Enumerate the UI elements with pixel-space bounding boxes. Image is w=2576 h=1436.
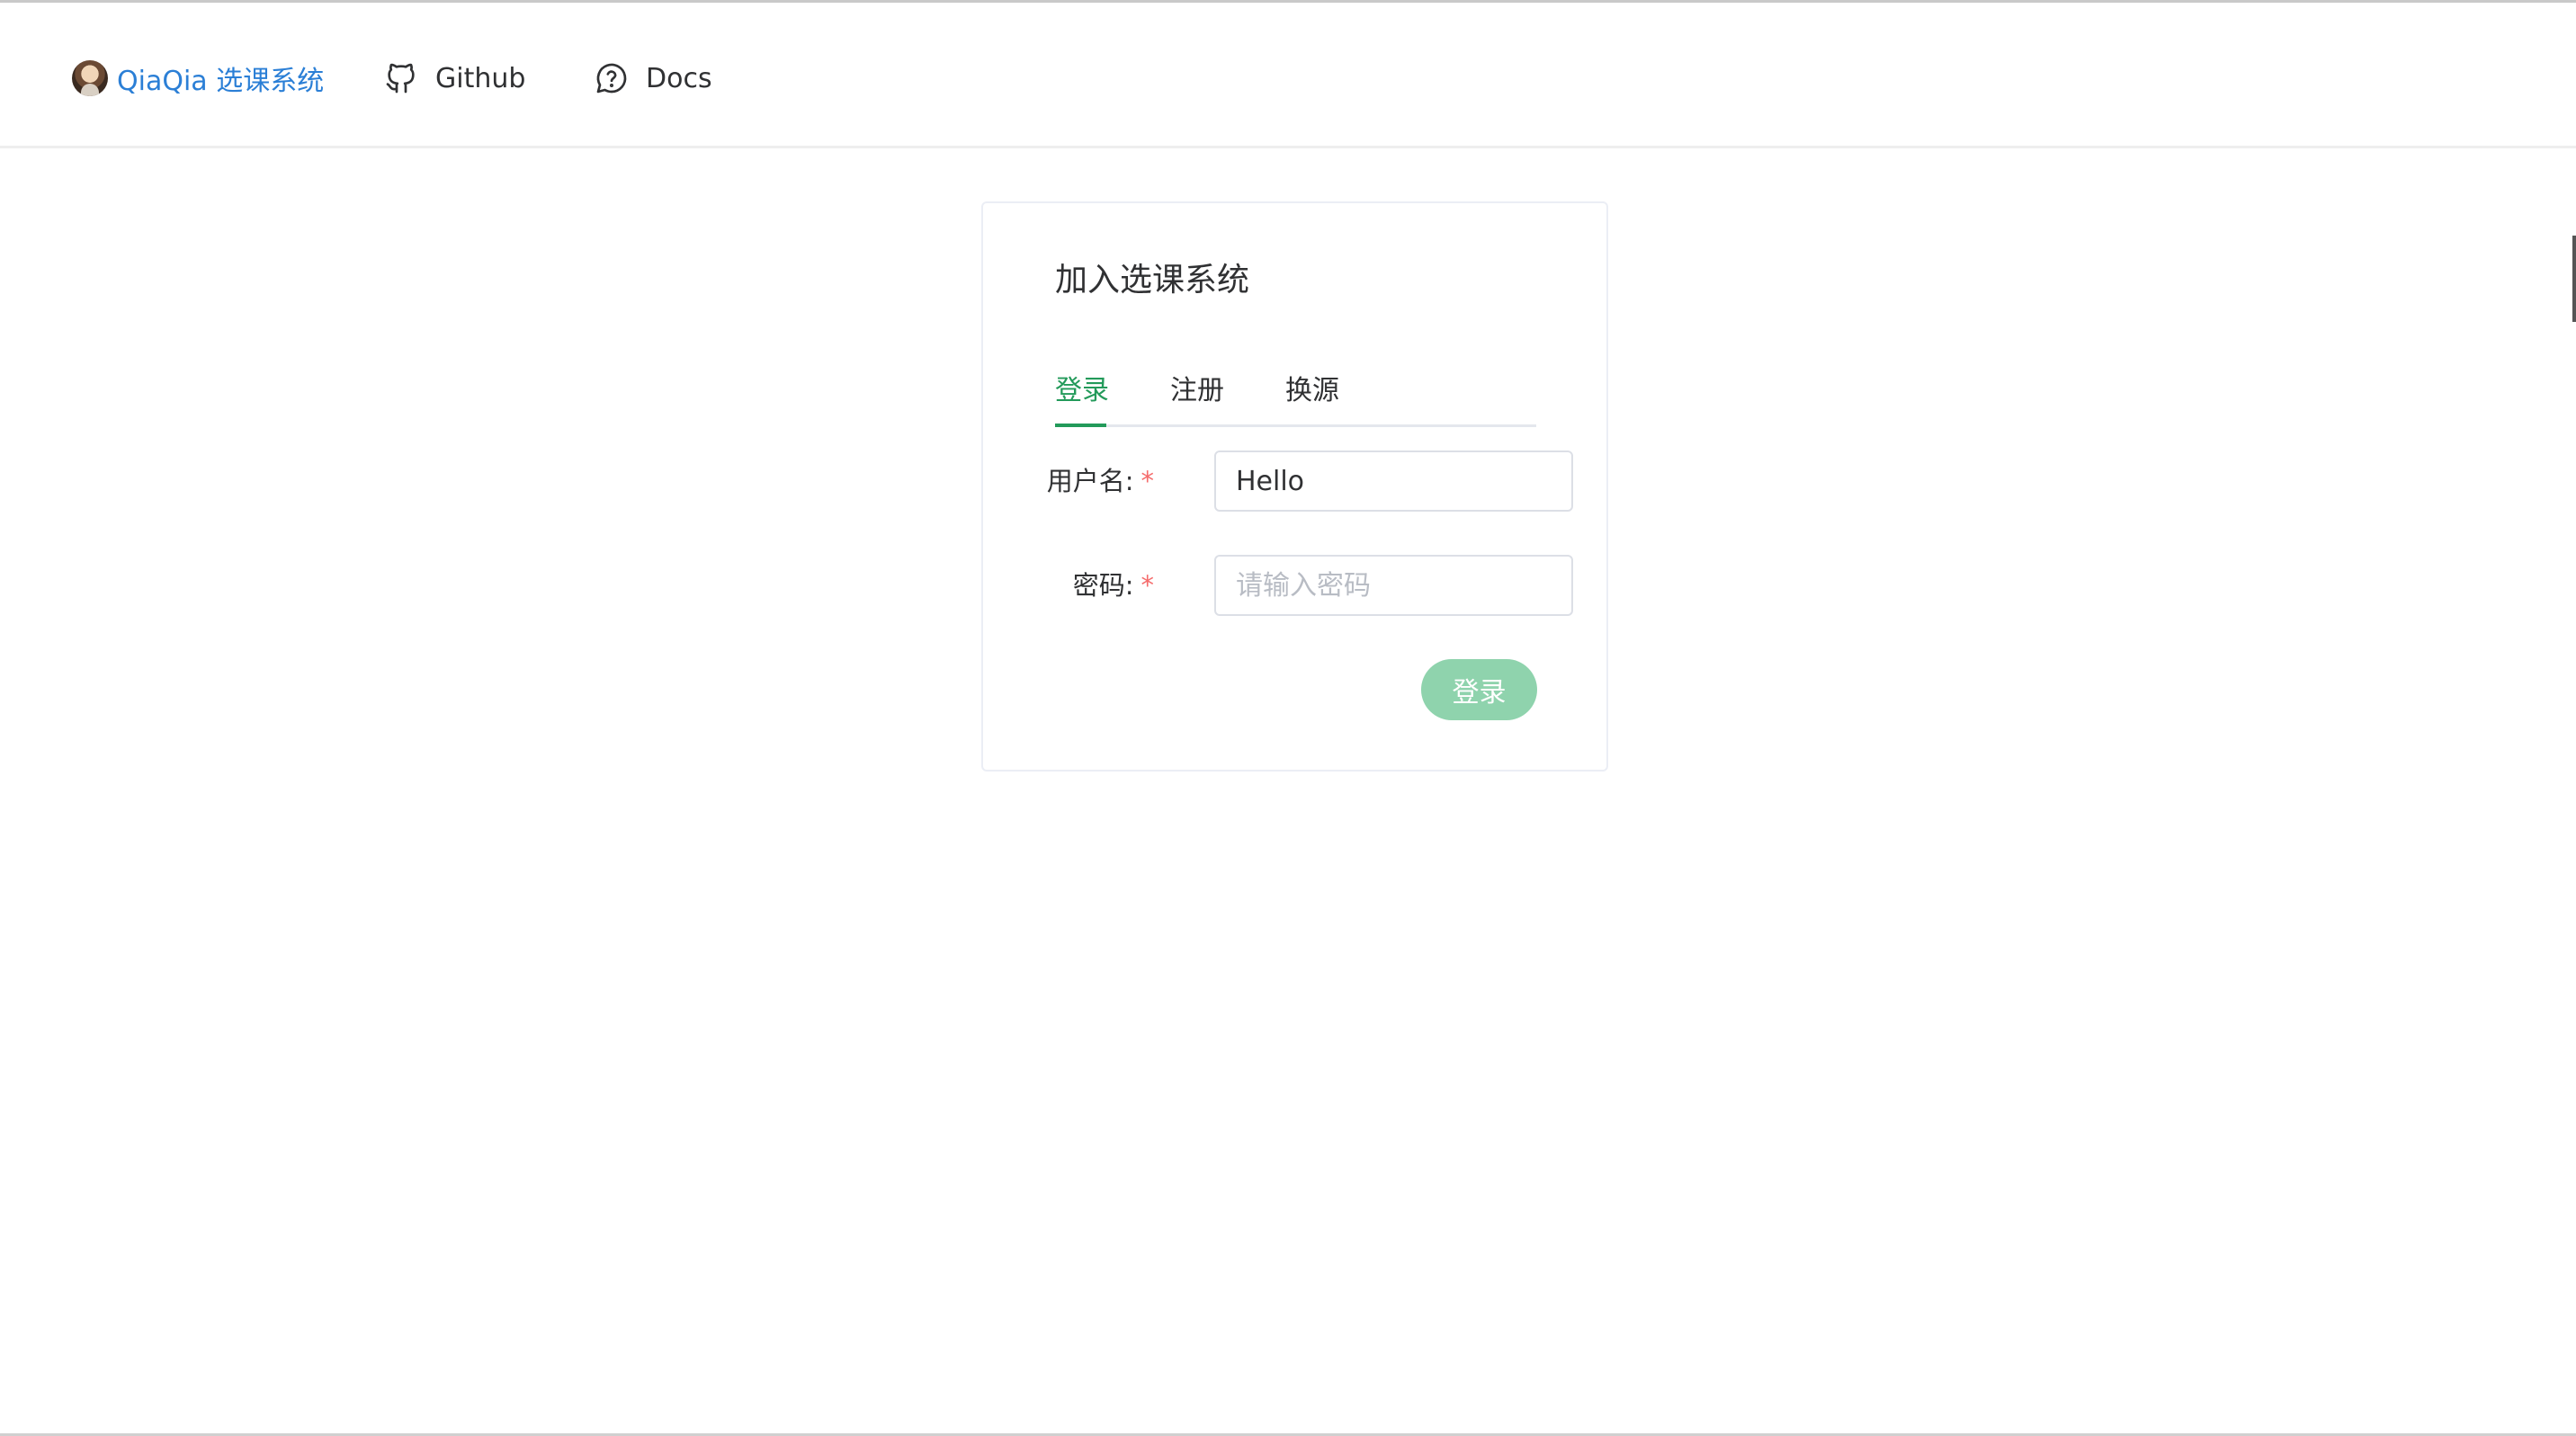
username-label: 用户名: * [1046,466,1155,496]
github-icon [383,60,419,96]
nav-docs-link[interactable]: Docs [594,53,712,103]
help-circle-icon [594,60,630,96]
password-label: 密码: * [1072,570,1155,601]
username-row: 用户名: * [1019,450,1573,512]
nav-github-label: Github [435,62,526,94]
tab-active-indicator [1055,424,1106,427]
login-submit-button[interactable]: 登录 [1421,659,1537,720]
auth-tabs: 登录 注册 换源 [1055,369,1536,427]
nav-docs-label: Docs [646,62,712,94]
password-input[interactable] [1214,555,1573,616]
nav-github-link[interactable]: Github [383,53,525,103]
required-mark: * [1140,466,1155,496]
tab-change-source[interactable]: 换源 [1285,369,1339,424]
top-navbar: QiaQia 选课系统 Github Docs [0,3,2576,148]
tab-login[interactable]: 登录 [1055,369,1109,424]
nav-brand-link[interactable]: QiaQia 选课系统 [72,53,324,103]
card-title: 加入选课系统 [1055,262,1250,299]
scrollbar-thumb[interactable] [2572,236,2576,322]
avatar [72,60,108,96]
required-mark: * [1140,570,1155,601]
nav-brand-label: QiaQia 选课系统 [117,66,325,97]
username-input[interactable] [1214,450,1573,512]
login-card: 加入选课系统 登录 注册 换源 用户名:* 密码:* 登录 [981,201,1608,772]
tab-register[interactable]: 注册 [1170,369,1224,424]
password-row: 密码: * [1019,555,1573,616]
